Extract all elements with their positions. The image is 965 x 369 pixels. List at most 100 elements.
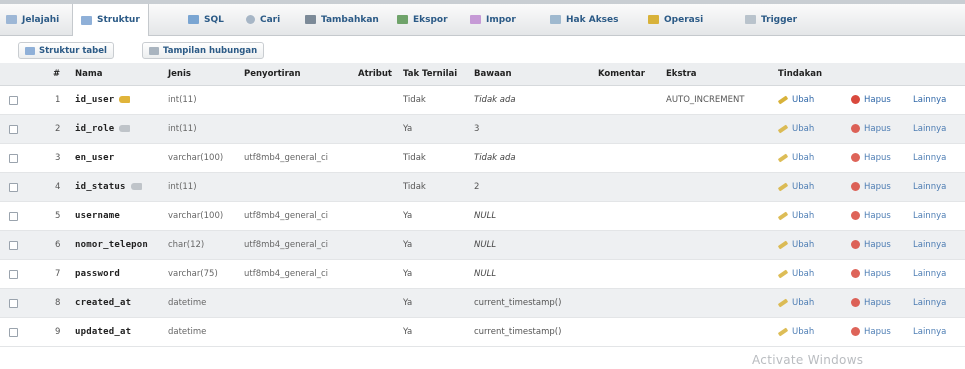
table-row[interactable]: 1 id_user int(11) Tidak Tidak ada AUTO_INCREM… (0, 86, 965, 115)
pencil-icon (777, 94, 789, 105)
column-name-text: nomor_telepon (75, 240, 149, 250)
row-checkbox[interactable] (9, 154, 18, 163)
tab-structure[interactable]: Struktur (72, 4, 149, 36)
table-row[interactable]: 5 username varchar(100) utf8mb4_general_ci Y… (0, 202, 965, 231)
drop-button[interactable]: Hapus (851, 115, 891, 144)
col-comments[interactable]: Komentar (598, 63, 645, 86)
row-checkbox[interactable] (9, 212, 18, 221)
column-null: Tidak (403, 95, 426, 105)
drop-button[interactable]: Hapus (851, 318, 891, 347)
table-row[interactable]: 7 password varchar(75) utf8mb4_general_ci Ya… (0, 260, 965, 289)
row-checkbox[interactable] (9, 241, 18, 250)
drop-button[interactable]: Hapus (851, 144, 891, 173)
tab-export[interactable]: Ekspor (397, 4, 448, 35)
subtab-label: Tampilan hubungan (163, 45, 258, 56)
tab-sql[interactable]: SQL (188, 4, 224, 35)
row-checkbox[interactable] (9, 125, 18, 134)
column-name: nomor_telepon (75, 231, 148, 260)
tab-label: Impor (486, 14, 516, 25)
more-button[interactable]: Lainnya (913, 144, 946, 173)
drop-button[interactable]: Hapus (851, 260, 891, 289)
col-default[interactable]: Bawaan (474, 63, 512, 86)
subtab-relation-view[interactable]: Tampilan hubungan (142, 42, 265, 59)
column-name-text: id_role (75, 124, 115, 134)
change-button[interactable]: Ubah (777, 86, 815, 115)
insert-icon (305, 15, 316, 24)
drop-button[interactable]: Hapus (851, 231, 891, 260)
column-collation: utf8mb4_general_ci (244, 269, 329, 279)
change-button[interactable]: Ubah (777, 202, 815, 231)
more-button[interactable]: Lainnya (913, 173, 946, 202)
row-checkbox[interactable] (9, 270, 18, 279)
column-null: Ya (403, 240, 413, 250)
tab-trigger[interactable]: Trigger (745, 4, 797, 35)
table-row[interactable]: 6 nomor_telepon char(12) utf8mb4_general_ci… (0, 231, 965, 260)
row-checkbox[interactable] (9, 328, 18, 337)
change-label: Ubah (792, 211, 815, 221)
drop-icon (851, 269, 860, 278)
drop-label: Hapus (864, 124, 891, 134)
more-button[interactable]: Lainnya (913, 289, 946, 318)
drop-icon (851, 124, 860, 133)
table-row[interactable]: 3 en_user varchar(100) utf8mb4_general_ci Ti… (0, 144, 965, 173)
drop-icon (851, 240, 860, 249)
pencil-icon (777, 268, 789, 279)
column-name: created_at (75, 289, 131, 318)
col-extra[interactable]: Ekstra (666, 63, 697, 86)
import-icon (470, 15, 481, 24)
tab-browse[interactable]: Jelajahi (6, 4, 59, 35)
drop-label: Hapus (864, 211, 891, 221)
tab-label: Trigger (761, 14, 798, 25)
trigger-icon (745, 15, 756, 24)
table-row[interactable]: 4 id_status int(11) Tidak 2 Ubah Hapus Lainnya (0, 173, 965, 202)
more-button[interactable]: Lainnya (913, 202, 946, 231)
tab-insert[interactable]: Tambahkan (305, 4, 379, 35)
more-button[interactable]: Lainnya (913, 86, 946, 115)
drop-button[interactable]: Hapus (851, 289, 891, 318)
structure-icon (25, 46, 35, 55)
drop-icon (851, 327, 860, 336)
change-label: Ubah (792, 124, 815, 134)
more-button[interactable]: Lainnya (913, 231, 946, 260)
drop-label: Hapus (864, 327, 891, 337)
change-button[interactable]: Ubah (777, 173, 814, 202)
pencil-icon (777, 297, 789, 308)
row-checkbox[interactable] (9, 183, 18, 192)
column-name: id_status (75, 173, 142, 202)
col-collation[interactable]: Penyortiran (244, 63, 301, 86)
row-checkbox[interactable] (9, 96, 18, 105)
col-attributes[interactable]: Atribut (358, 63, 392, 86)
table-row[interactable]: 2 id_role int(11) Ya 3 Ubah Hapus Lainnya (0, 115, 965, 144)
column-null: Ya (403, 211, 413, 221)
row-number: 1 (55, 95, 61, 105)
table-row[interactable]: 9 updated_at datetime Ya current_timestamp()… (0, 318, 965, 347)
row-checkbox[interactable] (9, 299, 18, 308)
col-null[interactable]: Tak Ternilai (403, 63, 457, 86)
column-collation: utf8mb4_general_ci (244, 240, 329, 250)
drop-button[interactable]: Hapus (851, 173, 891, 202)
more-button[interactable]: Lainnya (913, 260, 946, 289)
subtab-table-structure[interactable]: Struktur tabel (18, 42, 114, 59)
tab-search[interactable]: Cari (246, 4, 280, 35)
tab-privileges[interactable]: Hak Akses (550, 4, 619, 35)
tab-label: Tambahkan (321, 14, 379, 25)
change-button[interactable]: Ubah (777, 289, 814, 318)
tab-import[interactable]: Impor (470, 4, 516, 35)
change-button[interactable]: Ubah (777, 144, 815, 173)
tab-operations[interactable]: Operasi (648, 4, 703, 35)
change-label: Ubah (792, 153, 815, 163)
change-button[interactable]: Ubah (777, 231, 814, 260)
tab-label: Jelajahi (22, 14, 60, 25)
change-label: Ubah (792, 95, 815, 105)
row-number: 8 (55, 298, 61, 308)
more-button[interactable]: Lainnya (913, 115, 946, 144)
drop-button[interactable]: Hapus (851, 86, 891, 115)
drop-button[interactable]: Hapus (851, 202, 891, 231)
change-button[interactable]: Ubah (777, 260, 814, 289)
col-type[interactable]: Jenis (168, 63, 191, 86)
col-name[interactable]: Nama (75, 63, 102, 86)
more-button[interactable]: Lainnya (913, 318, 946, 347)
table-row[interactable]: 8 created_at datetime Ya current_timestamp()… (0, 289, 965, 318)
change-button[interactable]: Ubah (777, 115, 815, 144)
change-button[interactable]: Ubah (777, 318, 814, 347)
